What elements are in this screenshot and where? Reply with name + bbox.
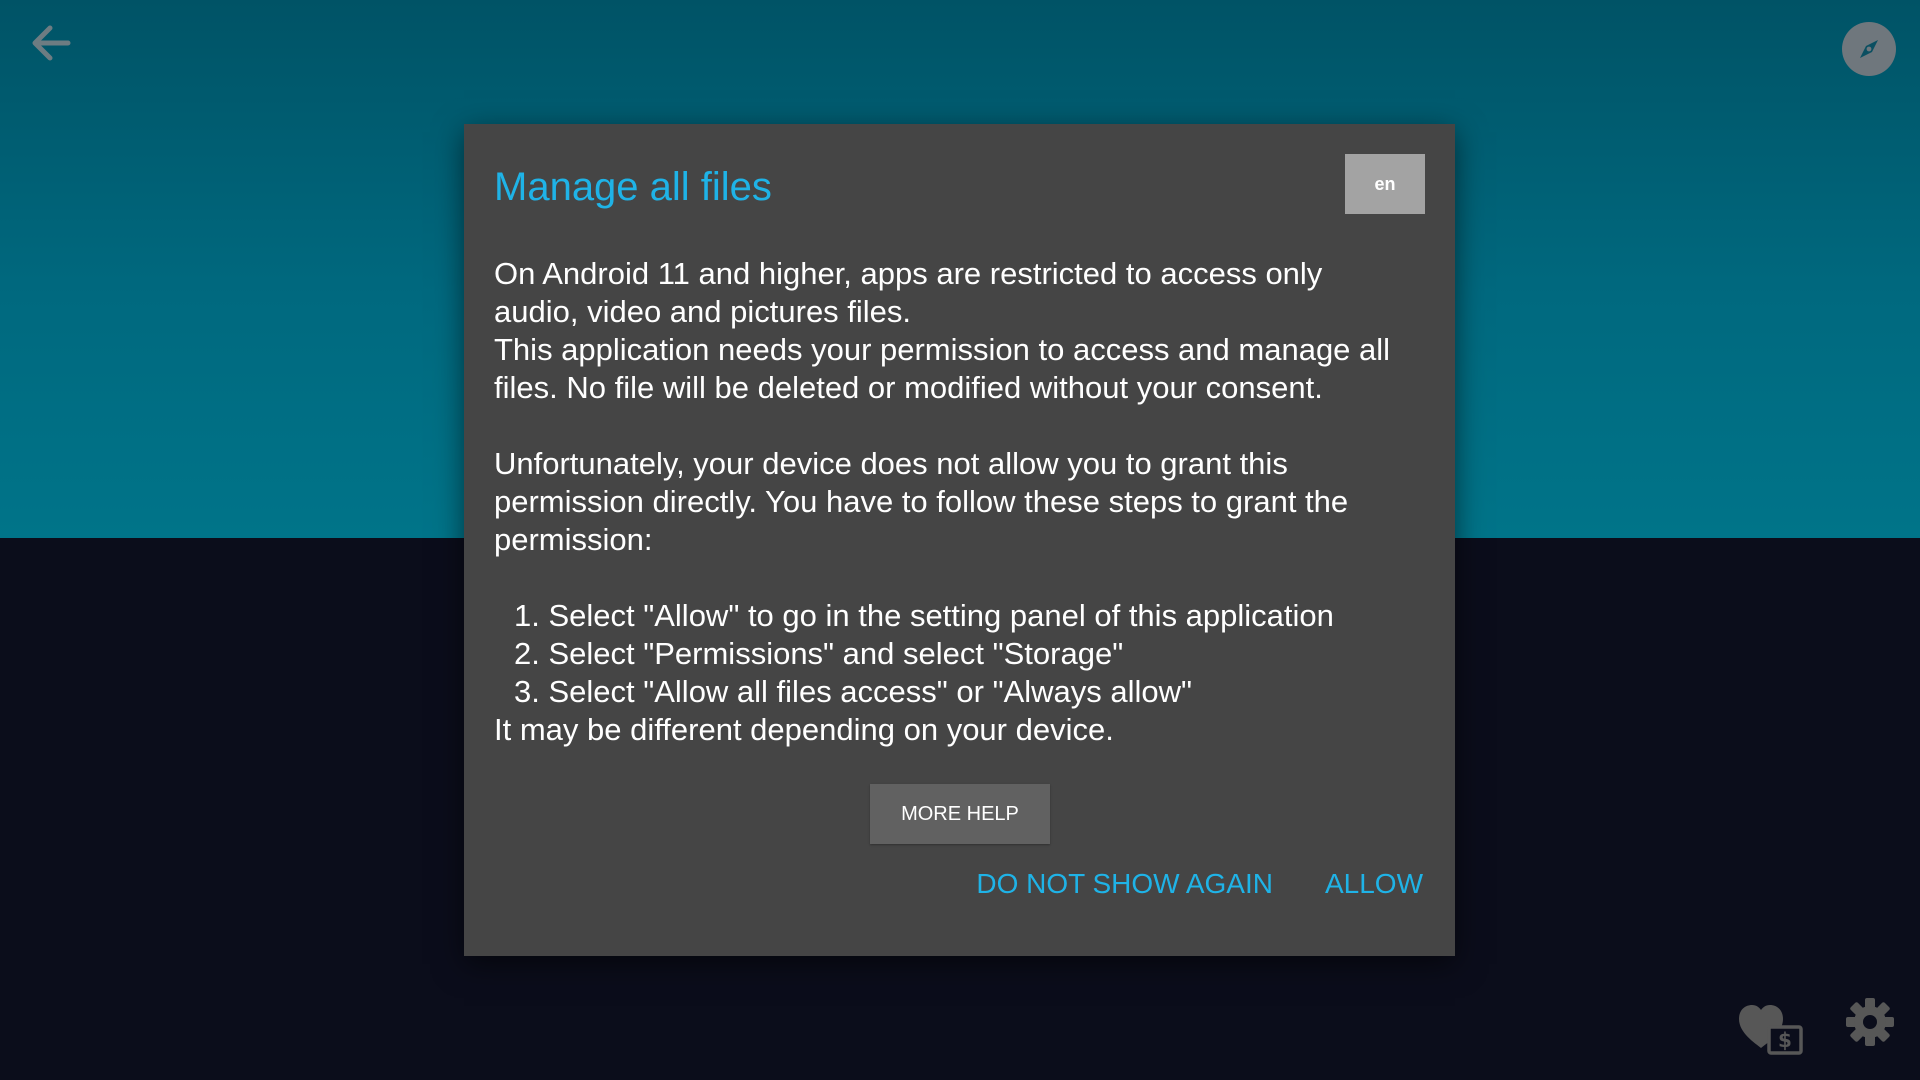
message-line: permission:: [494, 522, 653, 557]
dialog-actions: DO NOT SHOW AGAIN ALLOW: [974, 862, 1425, 906]
manage-files-dialog: Manage all files en On Android 11 and hi…: [464, 124, 1455, 956]
app-screen: Manage all files en On Android 11 and hi…: [0, 0, 1920, 1080]
settings-button[interactable]: [1844, 996, 1896, 1048]
language-button[interactable]: en: [1345, 154, 1425, 214]
heart-donate-icon: $: [1739, 1005, 1803, 1055]
dialog-title: Manage all files: [494, 165, 772, 209]
message-line: files. No file will be deleted or modifi…: [494, 370, 1323, 405]
svg-text:$: $: [1778, 1028, 1792, 1052]
arrow-back-icon: [32, 25, 71, 61]
step-item: 2. Select "Permissions" and select "Stor…: [514, 636, 1124, 671]
message-line: audio, video and pictures files.: [494, 294, 912, 329]
dialog-message: On Android 11 and higher, apps are restr…: [494, 255, 1434, 749]
step-item: 1. Select "Allow" to go in the setting p…: [514, 598, 1334, 633]
back-button[interactable]: [20, 14, 82, 72]
message-line: On Android 11 and higher, apps are restr…: [494, 256, 1323, 291]
message-line: permission directly. You have to follow …: [494, 484, 1349, 519]
message-line: This application needs your permission t…: [494, 332, 1391, 367]
device-note: It may be different depending on your de…: [494, 712, 1114, 747]
message-line: Unfortunately, your device does not allo…: [494, 446, 1288, 481]
compass-button[interactable]: [1842, 22, 1896, 76]
compass-icon: [1860, 40, 1878, 58]
gear-icon: [1846, 998, 1894, 1046]
more-help-button[interactable]: MORE HELP: [870, 784, 1050, 844]
allow-button[interactable]: ALLOW: [1323, 862, 1425, 906]
do-not-show-again-button[interactable]: DO NOT SHOW AGAIN: [974, 862, 1275, 906]
step-item: 3. Select "Allow all files access" or "A…: [514, 674, 1193, 709]
donate-button[interactable]: $: [1736, 1002, 1804, 1058]
